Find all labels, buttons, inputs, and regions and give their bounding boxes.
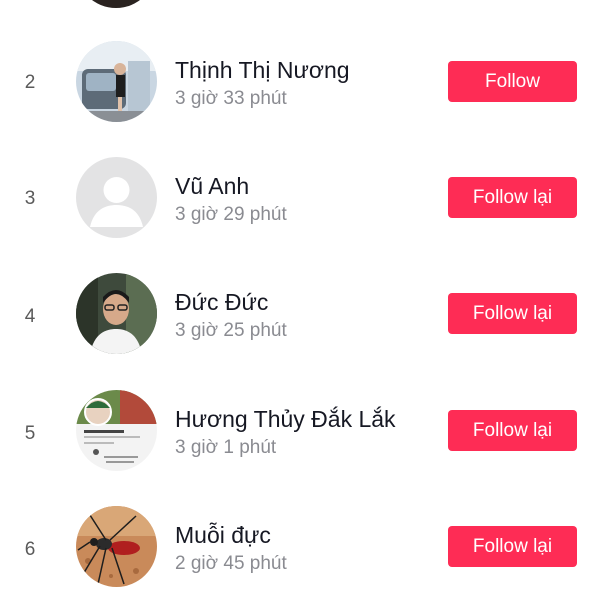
rank-number: 2: [24, 72, 36, 93]
follower-row[interactable]: 2 Thịnh Thị Nương 3 giờ 33 phút Follow: [0, 23, 600, 139]
photo-avatar-man-icon: [76, 273, 157, 354]
avatar[interactable]: [76, 41, 157, 122]
username: Đức Đức: [175, 289, 269, 315]
follow-time: 3 giờ 29 phút: [175, 204, 287, 225]
username: Vũ Anh: [175, 173, 250, 199]
follower-row[interactable]: 3 Vũ Anh 3 giờ 29 phút Follow lại: [0, 139, 600, 255]
avatar[interactable]: [76, 506, 157, 587]
avatar[interactable]: [76, 273, 157, 354]
follow-time: 2 giờ 45 phút: [175, 553, 287, 574]
follower-row[interactable]: 6 Muỗi đực 2 giờ 45 phút Follow lại: [0, 488, 600, 604]
photo-avatar-car-icon: [76, 41, 157, 122]
rank-number: 4: [24, 306, 36, 327]
follower-row[interactable]: 4 Đức Đức 3 giờ 25 phút Follow lại: [0, 255, 600, 371]
photo-avatar-mosquito-icon: [76, 506, 157, 587]
username: Muỗi đực: [175, 522, 271, 548]
follow-back-button[interactable]: Follow lại: [448, 410, 577, 451]
username: Hương Thủy Đắk Lắk: [175, 406, 396, 432]
follow-time: 3 giờ 25 phút: [175, 320, 287, 341]
previous-avatar-partial: [76, 0, 156, 8]
follow-back-button[interactable]: Follow lại: [448, 526, 577, 567]
follow-button[interactable]: Follow: [448, 61, 577, 102]
follow-time: 3 giờ 1 phút: [175, 437, 277, 458]
rank-number: 6: [24, 539, 36, 560]
username: Thịnh Thị Nương: [175, 57, 350, 83]
rank-number: 5: [24, 423, 36, 444]
follow-back-button[interactable]: Follow lại: [448, 177, 577, 218]
avatar[interactable]: [76, 157, 157, 238]
follower-row[interactable]: 5 Hương Thủy Đắk Lắk 3 giờ 1 phút Follow…: [0, 372, 600, 488]
follow-back-button[interactable]: Follow lại: [448, 293, 577, 334]
default-avatar-icon: [76, 157, 157, 238]
follow-time: 3 giờ 33 phút: [175, 88, 287, 109]
photo-avatar-profile-screenshot-icon: [76, 390, 157, 471]
rank-number: 3: [24, 188, 36, 209]
avatar[interactable]: [76, 390, 157, 471]
